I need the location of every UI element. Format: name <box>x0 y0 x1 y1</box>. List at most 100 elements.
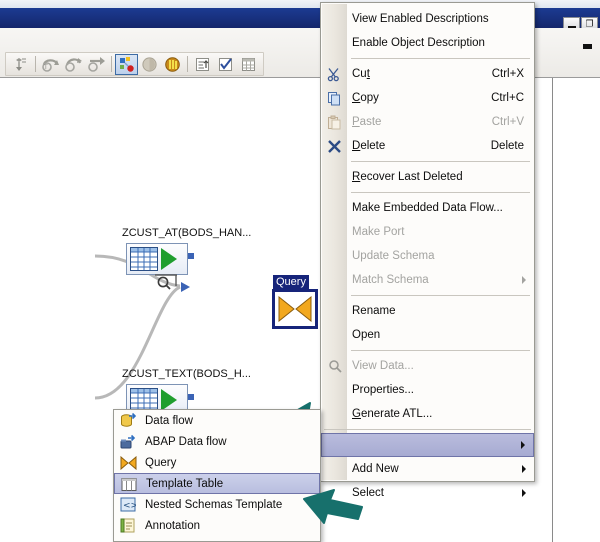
query-icon <box>118 452 138 473</box>
right-pane <box>553 78 600 542</box>
menu-item-accelerator: Ctrl+V <box>492 116 524 128</box>
validate-all-icon[interactable] <box>214 54 237 75</box>
menu-item-label: Match Schema <box>352 274 429 286</box>
menu-item-copy[interactable]: Copy Ctrl+C <box>321 86 534 110</box>
back-icon[interactable]: T <box>39 54 62 75</box>
menu-separator <box>351 192 530 193</box>
menu-item-view-enabled-descriptions[interactable]: View Enabled Descriptions <box>321 7 534 31</box>
separator-2 <box>111 56 112 72</box>
menu-item-open[interactable]: Open <box>321 323 534 347</box>
submenu-item-template-table[interactable]: Template Table <box>114 473 320 494</box>
submenu-item-nested-schemas-template[interactable]: <> Nested Schemas Template <box>114 494 320 515</box>
menu-item-select[interactable]: Add New <box>321 457 534 481</box>
add-new-submenu[interactable]: Data flow ABAP Data flow Query <box>113 409 321 542</box>
chevron-right-icon <box>522 465 526 473</box>
menu-item-label: Cut <box>352 68 370 80</box>
submenu-item-data-flow[interactable]: Data flow <box>114 410 320 431</box>
view-where-used-icon[interactable] <box>237 54 260 75</box>
copy-icon <box>324 86 345 110</box>
menu-item-label: Update Schema <box>352 250 434 262</box>
variables-icon[interactable] <box>138 54 161 75</box>
chevron-right-icon <box>522 489 526 497</box>
table-icon <box>130 247 158 271</box>
submenu-item-label: Query <box>145 457 176 469</box>
query-icon <box>278 296 312 322</box>
pointer-arrow-template-table <box>300 487 380 542</box>
menu-separator <box>351 350 530 351</box>
submenu-item-label: Nested Schemas Template <box>145 499 282 511</box>
query-transform-label: Query <box>273 275 309 289</box>
source-table-1-label: ZCUST_AT(BODS_HAN... <box>122 227 251 239</box>
menu-item-label: Add New <box>352 463 399 475</box>
menu-item-enable-object-description[interactable]: Enable Object Description <box>321 31 534 55</box>
object-context-menu[interactable]: View Enabled Descriptions Enable Object … <box>320 2 535 482</box>
menu-item-properties[interactable]: Properties... <box>321 378 534 402</box>
menu-separator <box>324 429 531 430</box>
nested-schemas-icon: <> <box>118 494 138 515</box>
menu-item-rename[interactable]: Rename <box>321 299 534 323</box>
submenu-item-query[interactable]: Query <box>114 452 320 473</box>
submenu-item-label: Annotation <box>145 520 200 532</box>
menu-item-generate-atl[interactable]: Generate ATL... <box>321 402 534 426</box>
view-data-magnifier-icon-1[interactable] <box>155 274 179 297</box>
menu-item-label: Enable Object Description <box>352 37 485 49</box>
menu-separator <box>351 161 530 162</box>
data-flow-icon <box>118 410 138 431</box>
object-palette-icon[interactable] <box>115 54 138 75</box>
submenu-item-annotation[interactable]: Annotation <box>114 515 320 536</box>
forward-icon[interactable] <box>85 54 108 75</box>
source-table-1[interactable] <box>126 243 188 275</box>
submenu-item-label: Data flow <box>145 415 193 427</box>
magnifier-icon <box>324 354 345 378</box>
up-icon[interactable] <box>62 54 85 75</box>
template-table-icon <box>119 474 139 495</box>
display-optimized-icon[interactable] <box>191 54 214 75</box>
source-1-output-port[interactable] <box>188 253 194 259</box>
chevron-right-icon <box>522 276 526 284</box>
menu-item-cut[interactable]: Cut Ctrl+X <box>321 62 534 86</box>
play-icon <box>161 248 177 270</box>
menu-separator <box>351 295 530 296</box>
menu-item-make-port: Make Port <box>321 220 534 244</box>
paste-icon <box>324 110 345 134</box>
menu-item-label: Properties... <box>352 384 414 396</box>
menu-item-accelerator: Delete <box>491 140 524 152</box>
svg-text:<>: <> <box>123 501 136 511</box>
submenu-item-abap-data-flow[interactable]: ABAP Data flow <box>114 431 320 452</box>
audit-icon[interactable] <box>161 54 184 75</box>
collapse-dash-icon[interactable] <box>583 44 592 49</box>
menu-item-recover-last-deleted[interactable]: Recover Last Deleted <box>321 165 534 189</box>
menu-item-add-new[interactable] <box>321 433 534 457</box>
scissors-icon <box>324 62 345 86</box>
menu-item-paste: Paste Ctrl+V <box>321 110 534 134</box>
validate-icon[interactable] <box>9 54 32 75</box>
menu-item-label: Delete <box>352 140 385 152</box>
source-2-output-port[interactable] <box>188 394 194 400</box>
query-transform[interactable] <box>272 289 318 329</box>
menu-item-label: View Data... <box>352 360 414 372</box>
menu-item-label: Recover Last Deleted <box>352 171 463 183</box>
svg-text:T: T <box>43 64 48 71</box>
menu-item-accelerator: Ctrl+C <box>491 92 524 104</box>
submenu-item-label: ABAP Data flow <box>145 436 227 448</box>
play-icon <box>161 389 177 411</box>
menu-item-update-schema: Update Schema <box>321 244 534 268</box>
menu-item-accelerator: Ctrl+X <box>492 68 524 80</box>
menu-item-label: Rename <box>352 305 395 317</box>
menu-item-label: Open <box>352 329 380 341</box>
menu-item-delete[interactable]: Delete Delete <box>321 134 534 158</box>
menu-item-label: Make Port <box>352 226 404 238</box>
menu-item-label: View Enabled Descriptions <box>352 13 489 25</box>
menu-separator <box>351 58 530 59</box>
menu-item-match-schema: Match Schema <box>321 268 534 292</box>
toolbar: T <box>5 52 264 76</box>
menu-item-label: Generate ATL... <box>352 408 432 420</box>
menu-item-label: Paste <box>352 116 381 128</box>
menu-item-label: Copy <box>352 92 379 104</box>
separator-3 <box>187 56 188 72</box>
x-delete-icon <box>324 134 345 158</box>
menu-item-view-data: View Data... <box>321 354 534 378</box>
menu-item-make-embedded-data-flow[interactable]: Make Embedded Data Flow... <box>321 196 534 220</box>
source-table-2-label: ZCUST_TEXT(BODS_H... <box>122 368 251 380</box>
chevron-right-icon <box>521 441 525 449</box>
